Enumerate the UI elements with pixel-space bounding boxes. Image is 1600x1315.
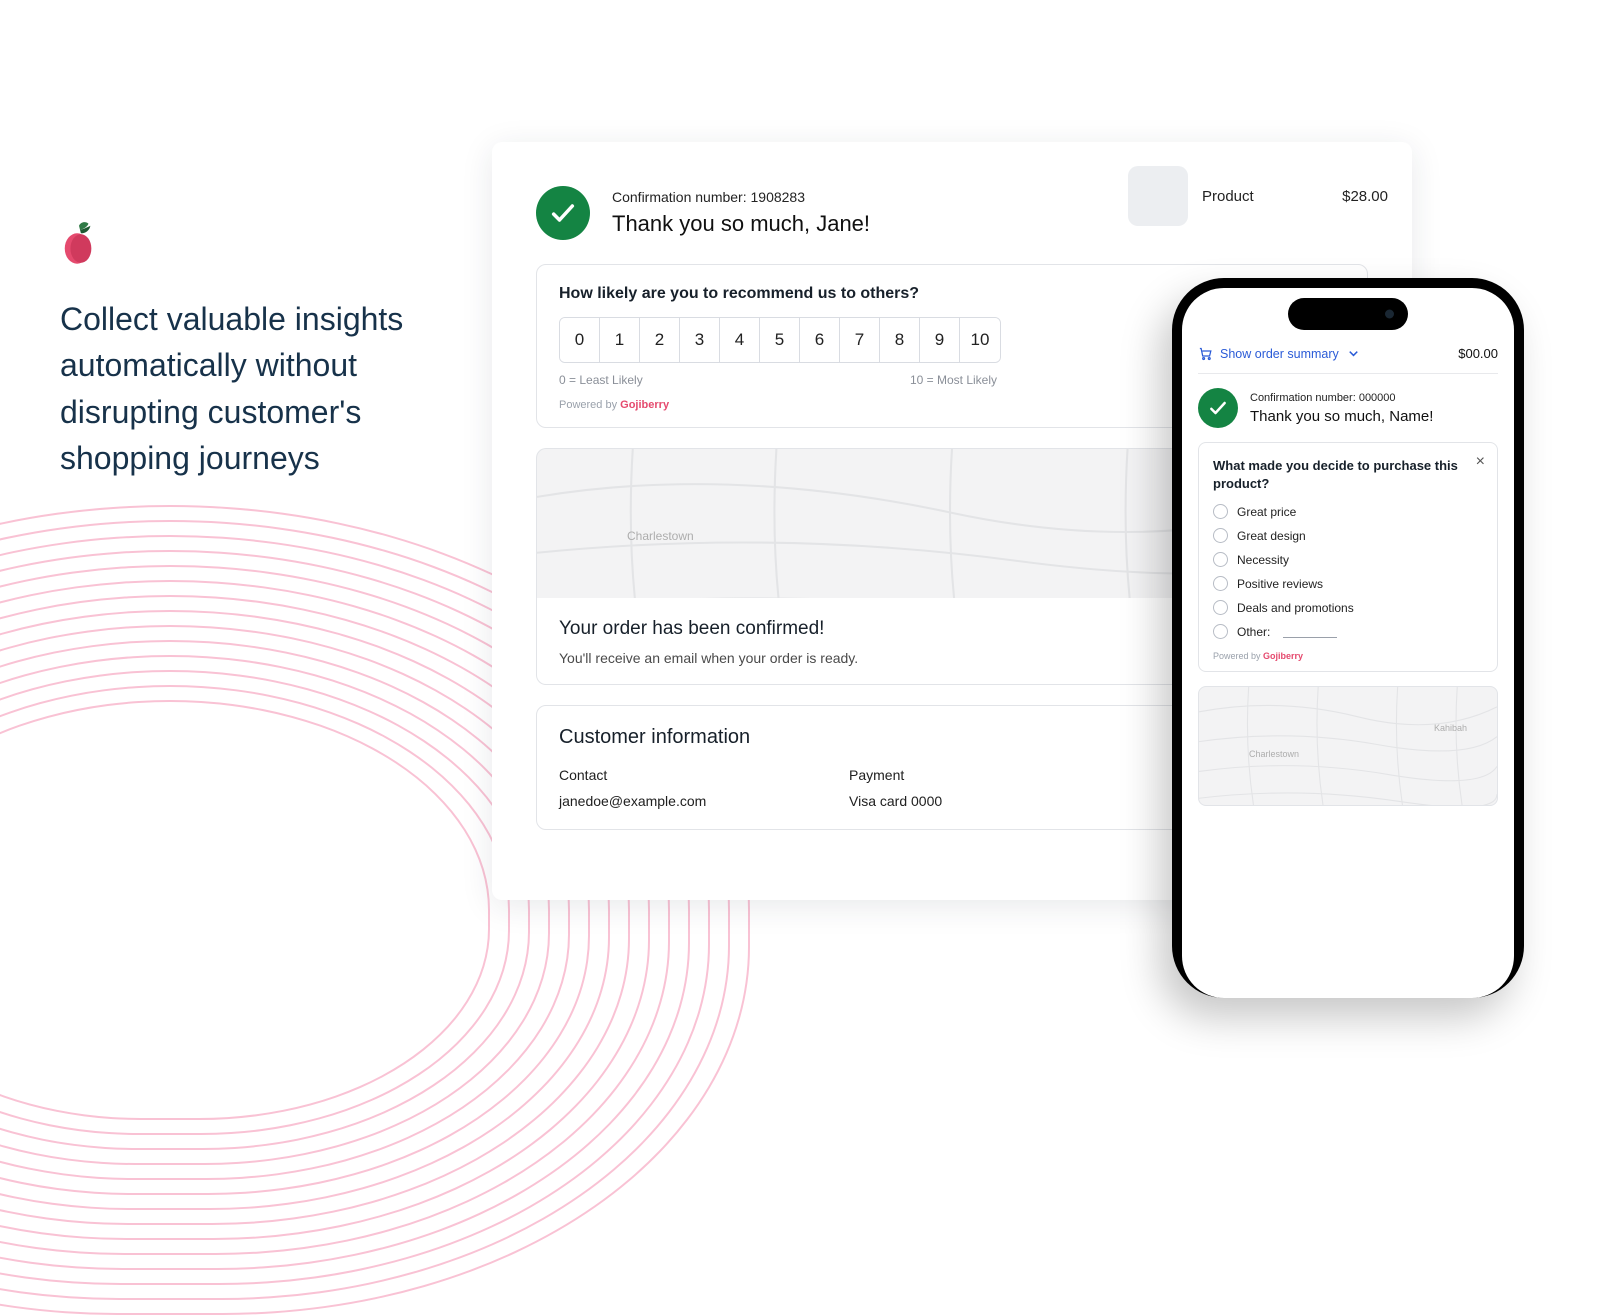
phone-confirmation-number: Confirmation number: 000000 (1250, 392, 1433, 404)
marketing-headline: Collect valuable insights automatically … (60, 296, 470, 482)
payment-value: Visa card 0000 (849, 793, 942, 809)
nps-legend-left: 0 = Least Likely (559, 373, 643, 387)
option-label: Positive reviews (1237, 577, 1323, 591)
order-summary-side: Product $28.00 (1128, 166, 1388, 226)
phone-notch (1288, 298, 1408, 330)
nps-button-3[interactable]: 3 (680, 318, 720, 362)
survey-options: Great price Great design Necessity Positive… (1213, 504, 1483, 615)
checkmark-icon (1198, 388, 1238, 428)
nps-button-9[interactable]: 9 (920, 318, 960, 362)
radio-icon (1213, 552, 1228, 567)
radio-icon (1213, 624, 1228, 639)
purchase-reason-card: × What made you decide to purchase this … (1198, 442, 1498, 672)
phone-order-map: Charlestown Kahibah (1198, 686, 1498, 806)
radio-icon (1213, 504, 1228, 519)
cart-icon (1198, 346, 1213, 361)
radio-icon (1213, 528, 1228, 543)
nps-button-0[interactable]: 0 (560, 318, 600, 362)
product-price: $28.00 (1342, 188, 1388, 205)
thank-you-message: Thank you so much, Jane! (612, 211, 870, 237)
nps-legend-right: 10 = Most Likely (910, 373, 997, 387)
nps-button-8[interactable]: 8 (880, 318, 920, 362)
survey-option[interactable]: Necessity (1213, 552, 1483, 567)
nps-button-10[interactable]: 10 (960, 318, 1000, 362)
survey-question: What made you decide to purchase this pr… (1213, 457, 1483, 492)
order-summary-bar[interactable]: Show order summary $00.00 (1198, 338, 1498, 374)
other-input[interactable] (1283, 626, 1337, 638)
nps-button-6[interactable]: 6 (800, 318, 840, 362)
survey-option[interactable]: Positive reviews (1213, 576, 1483, 591)
confirmation-number: Confirmation number: 1908283 (612, 189, 870, 205)
product-name: Product (1202, 188, 1328, 205)
nps-scale: 012345678910 (559, 317, 1001, 363)
nps-button-7[interactable]: 7 (840, 318, 880, 362)
nps-button-1[interactable]: 1 (600, 318, 640, 362)
phone-thank-you: Thank you so much, Name! (1250, 408, 1433, 425)
payment-label: Payment (849, 767, 942, 783)
option-label: Great price (1237, 505, 1296, 519)
survey-option[interactable]: Great design (1213, 528, 1483, 543)
map-place-label: Charlestown (627, 529, 694, 543)
nps-button-5[interactable]: 5 (760, 318, 800, 362)
product-thumbnail (1128, 166, 1188, 226)
option-label: Deals and promotions (1237, 601, 1354, 615)
map-place-label: Charlestown (1249, 749, 1299, 759)
radio-icon (1213, 576, 1228, 591)
chevron-down-icon (1346, 346, 1361, 361)
powered-by: Powered by Gojiberry (1213, 651, 1483, 661)
radio-icon (1213, 600, 1228, 615)
show-summary-label: Show order summary (1220, 347, 1339, 361)
survey-option-other[interactable]: Other: (1213, 624, 1483, 639)
survey-option[interactable]: Great price (1213, 504, 1483, 519)
option-label: Other: (1237, 625, 1270, 639)
nps-button-2[interactable]: 2 (640, 318, 680, 362)
close-icon[interactable]: × (1476, 453, 1485, 471)
phone-confirmation-header: Confirmation number: 000000 Thank you so… (1198, 388, 1498, 428)
gojiberry-logo-icon (60, 220, 98, 268)
contact-label: Contact (559, 767, 789, 783)
phone-mockup: Show order summary $00.00 Confirmation n… (1172, 278, 1524, 998)
contact-value: janedoe@example.com (559, 793, 789, 809)
option-label: Great design (1237, 529, 1306, 543)
option-label: Necessity (1237, 553, 1289, 567)
nps-button-4[interactable]: 4 (720, 318, 760, 362)
checkmark-icon (536, 186, 590, 240)
left-column: Collect valuable insights automatically … (60, 220, 470, 482)
order-amount: $00.00 (1458, 346, 1498, 361)
survey-option[interactable]: Deals and promotions (1213, 600, 1483, 615)
map-place-label: Kahibah (1434, 723, 1467, 733)
